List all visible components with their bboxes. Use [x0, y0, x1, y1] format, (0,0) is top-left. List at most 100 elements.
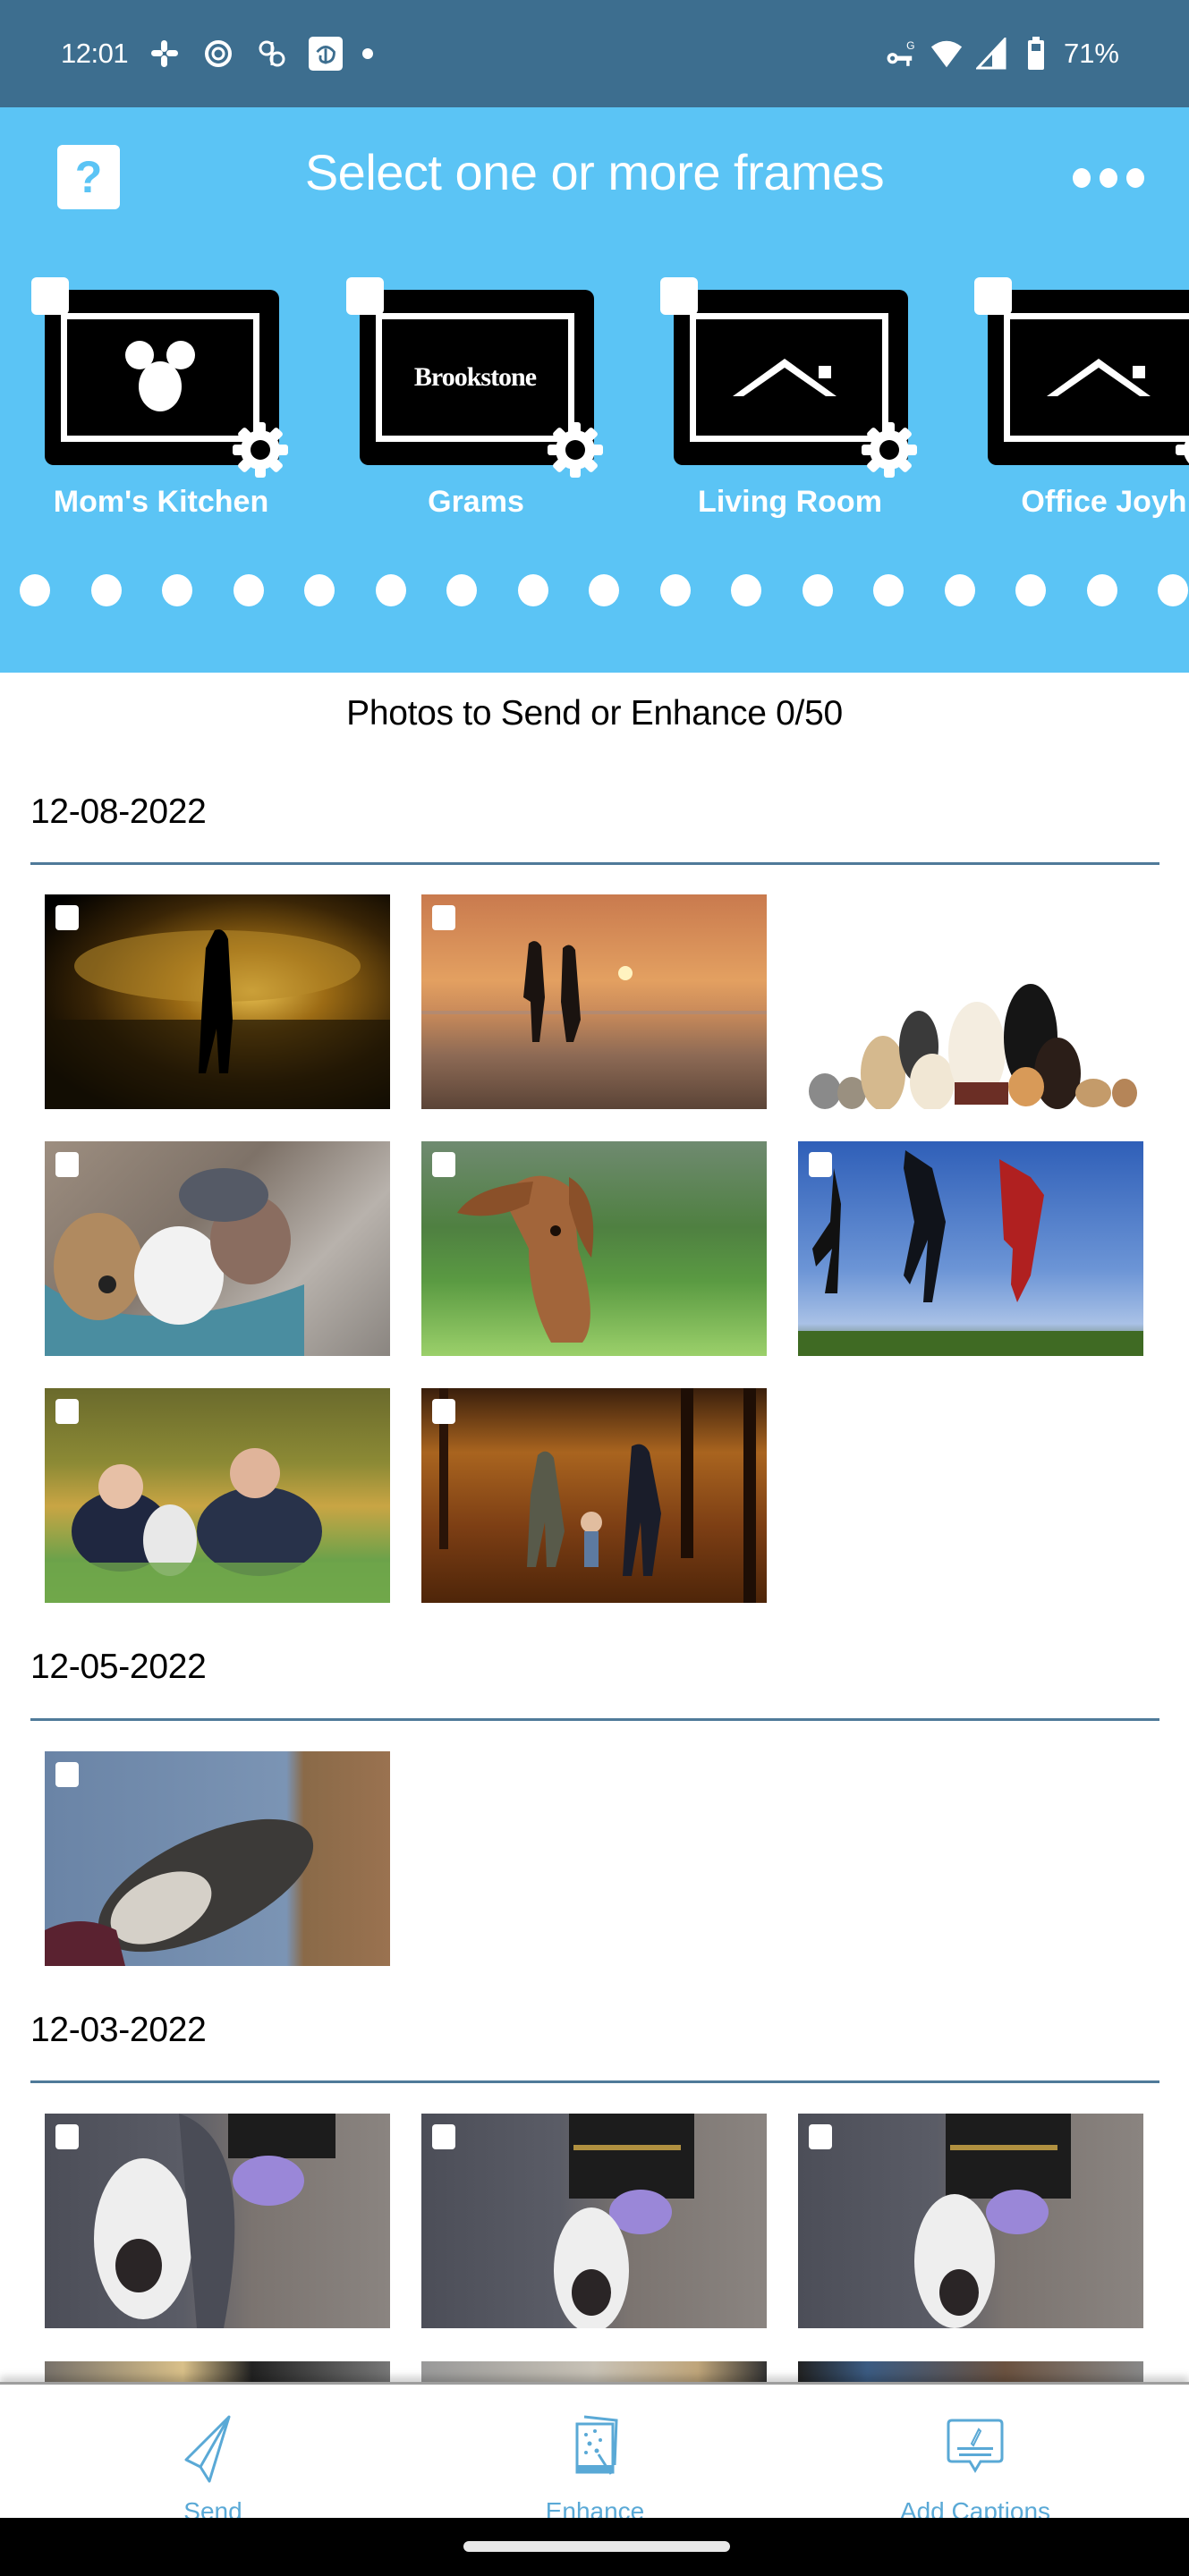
gear-icon[interactable] [1174, 420, 1189, 479]
photo-checkbox[interactable] [809, 2124, 832, 2149]
photo-image [809, 984, 1137, 1109]
pager-dot[interactable] [1086, 574, 1117, 606]
mickey-icon [125, 341, 195, 411]
pager-dot[interactable] [517, 574, 548, 606]
svg-text:G: G [906, 39, 914, 52]
pager-dot[interactable] [944, 574, 975, 606]
more-dot [1126, 168, 1144, 188]
frames-carousel[interactable]: Mom's Kitchen Brookstone Grams Living Ro… [0, 277, 1189, 546]
frame-thumbnail[interactable] [988, 290, 1189, 465]
frame-item[interactable]: Mom's Kitchen [27, 277, 295, 528]
photo-image [45, 1818, 314, 1966]
photo-image [421, 941, 767, 1042]
photo-checkbox[interactable] [55, 2124, 79, 2149]
gear-icon[interactable] [546, 420, 605, 479]
date-divider [30, 862, 1159, 865]
frame-checkbox[interactable] [974, 277, 1012, 315]
frame-checkbox[interactable] [660, 277, 698, 315]
date-divider [30, 2080, 1159, 2083]
more-options-button[interactable] [1073, 165, 1144, 191]
photo-checkbox[interactable] [432, 905, 455, 930]
frame-item[interactable]: Brookstone Grams [342, 277, 610, 528]
brookstone-logo: Brookstone [413, 362, 537, 392]
pager-dot[interactable] [1158, 574, 1188, 606]
circle-app-icon [201, 37, 235, 71]
date-heading: 12-08-2022 [30, 792, 207, 831]
photo-checkbox[interactable] [432, 2124, 455, 2149]
date-divider [30, 1718, 1159, 1721]
gear-icon[interactable] [231, 420, 290, 479]
photo-thumbnail[interactable] [798, 2361, 1143, 2382]
photo-image [45, 1448, 390, 1603]
frame-label: Living Room [698, 485, 882, 519]
photo-thumbnail[interactable] [798, 2114, 1143, 2328]
photo-thumbnail[interactable] [45, 1751, 390, 1966]
pager-dot[interactable] [20, 574, 50, 606]
gear-icon[interactable] [860, 420, 919, 479]
wifi-icon [930, 37, 964, 71]
photo-checkbox[interactable] [55, 1399, 79, 1424]
pager-dot[interactable] [731, 574, 761, 606]
vpn-key-icon: G [885, 37, 919, 71]
photo-image [554, 2114, 694, 2328]
notification-dot-icon [362, 48, 374, 59]
photo-checkbox[interactable] [432, 1152, 455, 1177]
photo-thumbnail[interactable] [421, 1388, 767, 1603]
photo-image [439, 1388, 756, 1603]
photo-checkbox[interactable] [809, 1152, 832, 1177]
photo-checkbox[interactable] [55, 905, 79, 930]
frame-item[interactable]: Office Joyh [970, 277, 1189, 528]
paper-plane-icon [184, 2415, 231, 2483]
photo-thumbnail[interactable] [421, 2114, 767, 2328]
battery-percent: 71% [1063, 38, 1119, 69]
battery-icon [1019, 37, 1053, 71]
photo-thumbnail[interactable] [45, 894, 390, 1109]
photo-checkbox[interactable] [432, 1399, 455, 1424]
photo-checkbox[interactable] [55, 1152, 79, 1177]
pager-dot[interactable] [304, 574, 335, 606]
caption-bubble-icon [947, 2419, 1004, 2473]
photo-checkbox[interactable] [55, 1762, 79, 1787]
photo-thumbnail[interactable] [45, 2114, 390, 2328]
photo-image [457, 1175, 594, 1343]
slack-icon [148, 37, 182, 71]
photo-image [45, 1168, 304, 1356]
pinwheel-icon [255, 37, 289, 71]
pager-dot[interactable] [233, 574, 264, 606]
photo-thumbnail[interactable] [421, 1141, 767, 1356]
photo-thumbnail[interactable] [45, 2361, 390, 2382]
more-dot [1100, 168, 1117, 188]
photo-image [45, 929, 390, 1109]
pager-dot[interactable] [659, 574, 691, 606]
frame-label: Mom's Kitchen [53, 485, 269, 519]
frame-checkbox[interactable] [346, 277, 384, 315]
pager-dot[interactable] [802, 574, 833, 606]
photos-counter: Photos to Send or Enhance 0/50 [346, 694, 843, 733]
photo-thumbnail[interactable] [421, 894, 767, 1109]
frame-item[interactable]: Living Room [656, 277, 924, 528]
pager-dot[interactable] [90, 574, 122, 606]
photo-thumbnail[interactable] [421, 2361, 767, 2382]
date-heading: 12-05-2022 [30, 1648, 207, 1686]
photo-thumbnail[interactable] [45, 1141, 390, 1356]
frame-checkbox[interactable] [31, 277, 69, 315]
pager-dot[interactable] [375, 574, 406, 606]
pager-dot[interactable] [589, 574, 619, 606]
pager-dot[interactable] [446, 574, 477, 606]
pager-dot[interactable] [873, 574, 904, 606]
pager-dot[interactable] [1015, 574, 1046, 606]
photo-thumbnail[interactable] [798, 1141, 1143, 1356]
pager-dot[interactable] [162, 574, 192, 606]
frame-selector-header: ? Select one or more frames Mom's Kitche… [0, 107, 1189, 673]
carousel-pager[interactable] [0, 572, 1189, 608]
home-gesture-handle[interactable] [463, 2541, 730, 2552]
frame-label: Office Joyh [1021, 485, 1187, 519]
photo-thumbnail[interactable] [798, 894, 1143, 1109]
status-time: 12:01 [61, 38, 129, 69]
photo-image [94, 2114, 335, 2328]
frame-label: Grams [428, 485, 524, 519]
photo-image [914, 2114, 1071, 2328]
more-dots-icon [1073, 168, 1091, 188]
date-heading: 12-03-2022 [30, 2011, 207, 2049]
photo-thumbnail[interactable] [45, 1388, 390, 1603]
